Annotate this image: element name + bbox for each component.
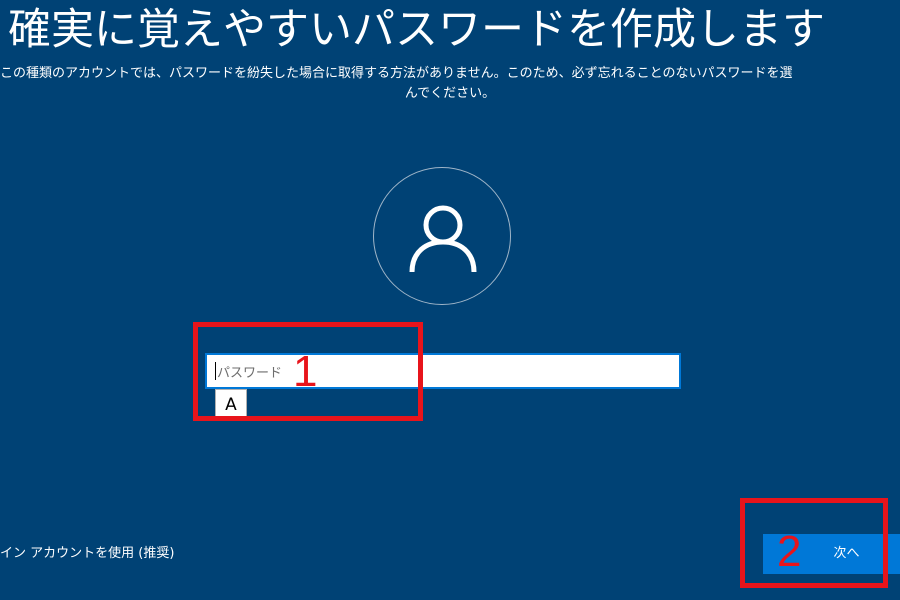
password-setup-screen: 確実に覚えやすいパスワードを作成します この種類のアカウントでは、パスワードを紛… [0,0,900,600]
user-icon [409,205,477,272]
description-line-2: んでください。 [404,86,496,101]
description-line-1: この種類のアカウントでは、パスワードを紛失した場合に取得する方法がありません。こ… [0,66,793,81]
annotation-number-2: 2 [777,527,802,576]
annotation-box-2 [740,498,888,588]
page-title: 確実に覚えやすいパスワードを作成します [8,5,825,55]
avatar [373,167,511,305]
online-account-link[interactable]: イン アカウントを使用 (推奨) [0,544,174,564]
page-description: この種類のアカウントでは、パスワードを紛失した場合に取得する方法がありません。こ… [0,64,900,104]
annotation-number-1: 1 [293,347,318,396]
